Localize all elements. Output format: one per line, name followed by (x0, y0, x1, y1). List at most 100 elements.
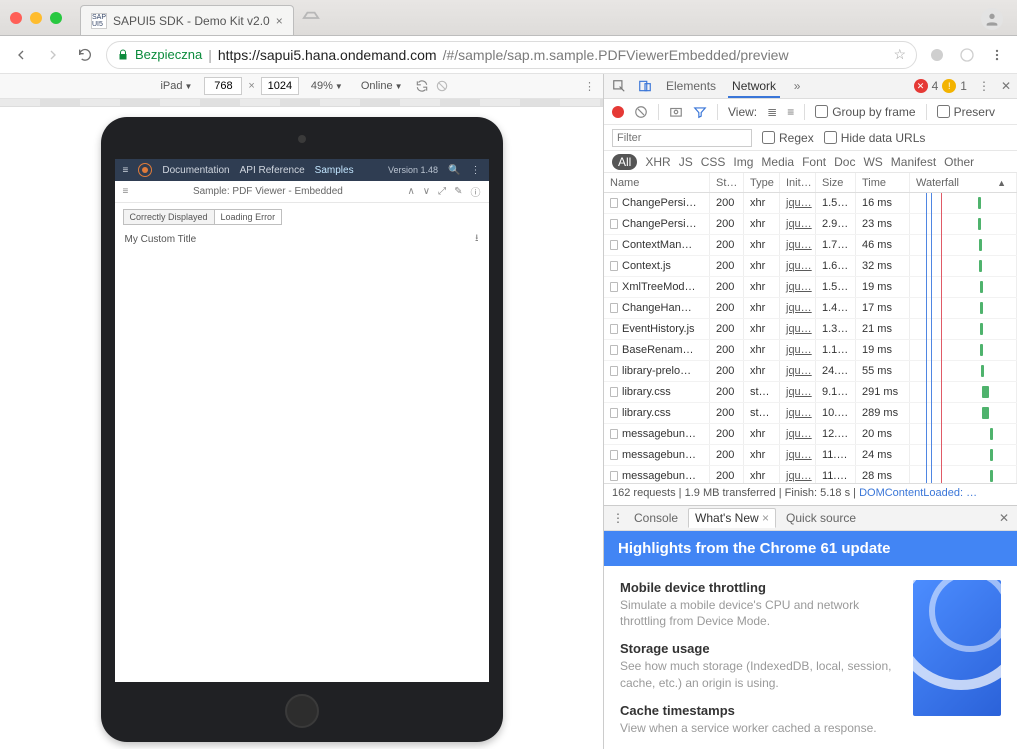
col-type[interactable]: Type (744, 173, 780, 192)
profile-avatar-icon[interactable] (981, 8, 1003, 30)
device-mode-icon[interactable] (636, 77, 654, 95)
devtools-close-icon[interactable]: ✕ (1001, 79, 1011, 93)
request-initiator[interactable]: jqu… (780, 193, 816, 213)
drawer-close-icon[interactable]: ✕ (999, 511, 1009, 525)
table-row[interactable]: EventHistory.js200xhrjqu…1.3…21 ms (604, 319, 1017, 340)
table-row[interactable]: messagebun…200xhrjqu…11.…28 ms (604, 466, 1017, 483)
device-menu-icon[interactable]: ⋮ (584, 80, 595, 93)
device-select[interactable]: iPad▼ (154, 79, 198, 93)
hamburger-icon[interactable]: ≡ (123, 165, 129, 176)
capture-screenshot-icon[interactable] (669, 105, 683, 119)
height-input[interactable] (261, 77, 299, 95)
reload-button[interactable] (74, 44, 96, 66)
tab-close-icon[interactable]: × (276, 14, 283, 28)
table-row[interactable]: ChangePersi…200xhrjqu…1.5…16 ms (604, 193, 1017, 214)
type-all[interactable]: All (612, 154, 637, 170)
extension-icon[interactable] (957, 45, 977, 65)
request-initiator[interactable]: jqu… (780, 361, 816, 381)
home-button-icon[interactable] (285, 694, 319, 728)
request-initiator[interactable]: jqu… (780, 214, 816, 234)
table-row[interactable]: messagebun…200xhrjqu…12.…20 ms (604, 424, 1017, 445)
browser-tab[interactable]: SAP UI5 SAPUI5 SDK - Demo Kit v2.0 × (80, 5, 294, 35)
table-row[interactable]: library.css200st…jqu…10.…289 ms (604, 403, 1017, 424)
request-initiator[interactable]: jqu… (780, 235, 816, 255)
dpr-icon[interactable] (435, 79, 449, 93)
table-row[interactable]: ChangePersi…200xhrjqu…2.9…23 ms (604, 214, 1017, 235)
bookmark-star-icon[interactable]: ☆ (893, 46, 906, 63)
filter-input[interactable] (612, 129, 752, 147)
table-row[interactable]: ContextMan…200xhrjqu…1.7…46 ms (604, 235, 1017, 256)
clear-icon[interactable] (634, 105, 648, 119)
request-initiator[interactable]: jqu… (780, 445, 816, 465)
ui5-logo-icon[interactable] (138, 163, 152, 177)
drawer-tab-whatsnew[interactable]: What's New × (688, 508, 776, 528)
sidebar-toggle-icon[interactable]: ≡ (123, 186, 129, 197)
drawer-tab-quicksource[interactable]: Quick source (786, 511, 856, 525)
address-bar[interactable]: Bezpieczna | https://sapui5.hana.ondeman… (106, 41, 917, 69)
inspect-icon[interactable] (610, 77, 628, 95)
request-initiator[interactable]: jqu… (780, 298, 816, 318)
width-input[interactable] (204, 77, 242, 95)
type-css[interactable]: CSS (701, 155, 726, 169)
type-xhr[interactable]: XHR (645, 155, 670, 169)
table-row[interactable]: library-prelo…200xhrjqu…24.…55 ms (604, 361, 1017, 382)
tab-loading-error[interactable]: Loading Error (214, 209, 283, 225)
nav-samples[interactable]: Samples (315, 165, 354, 176)
download-icon[interactable]: ⭳ (475, 231, 479, 248)
type-media[interactable]: Media (761, 155, 794, 169)
hide-data-urls-checkbox[interactable]: Hide data URLs (824, 131, 926, 145)
type-doc[interactable]: Doc (834, 155, 855, 169)
col-initiator[interactable]: Init… (780, 173, 816, 192)
table-row[interactable]: library.css200st…jqu…9.1…291 ms (604, 382, 1017, 403)
devtools-menu-icon[interactable]: ⋮ (975, 77, 993, 95)
request-initiator[interactable]: jqu… (780, 424, 816, 444)
expand-icon[interactable]: ∨ (423, 186, 430, 197)
request-initiator[interactable]: jqu… (780, 256, 816, 276)
drawer-tab-console[interactable]: Console (634, 511, 678, 525)
col-name[interactable]: Name (604, 173, 710, 192)
new-tab-button[interactable] (300, 7, 322, 29)
chrome-menu-icon[interactable] (987, 45, 1007, 65)
settings-icon[interactable]: ⋮ (471, 165, 481, 176)
close-window-icon[interactable] (10, 12, 22, 24)
record-icon[interactable] (612, 106, 624, 118)
regex-checkbox[interactable]: Regex (762, 131, 814, 145)
col-time[interactable]: Time (856, 173, 910, 192)
group-by-frame-checkbox[interactable]: Group by frame (815, 105, 915, 119)
table-body[interactable]: ChangePersi…200xhrjqu…1.5…16 msChangePer… (604, 193, 1017, 483)
minimize-window-icon[interactable] (30, 12, 42, 24)
type-js[interactable]: JS (679, 155, 693, 169)
device-screen[interactable]: ≡ Documentation API Reference Samples Ve… (115, 159, 489, 682)
col-size[interactable]: Size (816, 173, 856, 192)
tab-correctly-displayed[interactable]: Correctly Displayed (123, 209, 214, 225)
fullscreen-icon[interactable]: ⤢ (438, 186, 446, 197)
large-rows-icon[interactable]: ≣ (767, 105, 777, 119)
col-waterfall[interactable]: Waterfall▲ (910, 173, 1017, 192)
code-icon[interactable]: ✎ (454, 186, 462, 197)
table-header[interactable]: Name St… Type Init… Size Time Waterfall▲ (604, 173, 1017, 193)
request-initiator[interactable]: jqu… (780, 277, 816, 297)
nav-api-reference[interactable]: API Reference (240, 165, 305, 176)
table-row[interactable]: Context.js200xhrjqu…1.6…32 ms (604, 256, 1017, 277)
more-tabs-icon[interactable]: » (788, 77, 806, 95)
type-ws[interactable]: WS (863, 155, 882, 169)
table-row[interactable]: ChangeHan…200xhrjqu…1.4…17 ms (604, 298, 1017, 319)
drawer-menu-icon[interactable]: ⋮ (612, 511, 624, 525)
request-initiator[interactable]: jqu… (780, 466, 816, 483)
type-manifest[interactable]: Manifest (891, 155, 936, 169)
col-status[interactable]: St… (710, 173, 744, 192)
tab-network[interactable]: Network (728, 75, 780, 98)
preserve-log-checkbox[interactable]: Preserv (937, 105, 995, 119)
table-row[interactable]: BaseRenam…200xhrjqu…1.1…19 ms (604, 340, 1017, 361)
type-other[interactable]: Other (944, 155, 974, 169)
request-initiator[interactable]: jqu… (780, 340, 816, 360)
filter-toggle-icon[interactable] (693, 105, 707, 119)
request-initiator[interactable]: jqu… (780, 403, 816, 423)
zoom-select[interactable]: 49%▼ (305, 79, 349, 93)
extension-icon[interactable] (927, 45, 947, 65)
table-row[interactable]: messagebun…200xhrjqu…11.…24 ms (604, 445, 1017, 466)
collapse-icon[interactable]: ∧ (407, 186, 414, 197)
zoom-window-icon[interactable] (50, 12, 62, 24)
back-button[interactable] (10, 44, 32, 66)
request-initiator[interactable]: jqu… (780, 382, 816, 402)
